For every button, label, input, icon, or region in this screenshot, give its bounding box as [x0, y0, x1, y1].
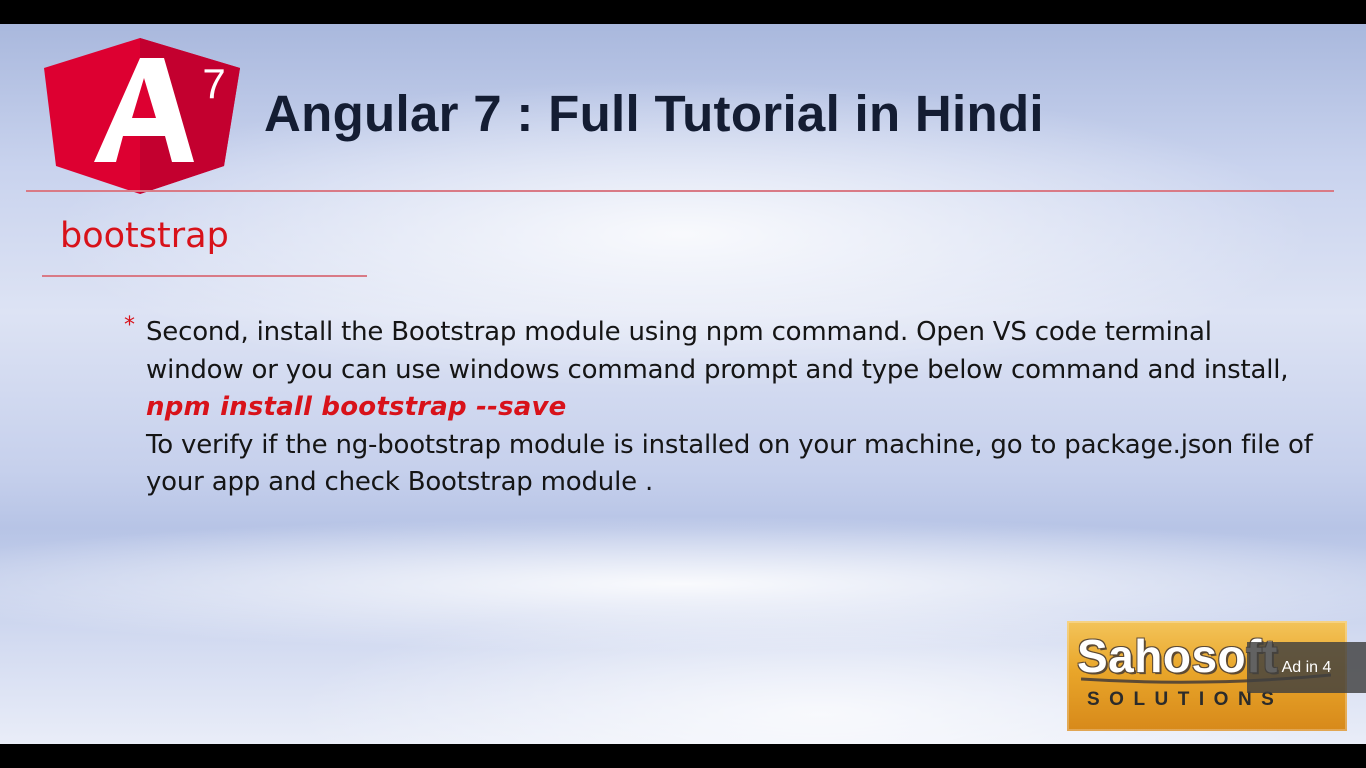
angular-logo-icon: 7 — [44, 38, 240, 194]
instruction-paragraph: Second, install the Bootstrap module usi… — [146, 317, 1289, 385]
npm-command: npm install bootstrap --save — [146, 392, 567, 422]
slide-title: Angular 7 : Full Tutorial in Hindi — [264, 85, 1044, 142]
video-frame: 7 Angular 7 : Full Tutorial in Hindi boo… — [0, 0, 1366, 768]
section-heading: bootstrap — [60, 216, 229, 256]
verify-paragraph: To verify if the ng-bootstrap module is … — [146, 429, 1313, 498]
logo-version: 7 — [202, 60, 225, 107]
bullet-asterisk: * — [124, 313, 135, 338]
slide-body: Second, install the Bootstrap module usi… — [146, 314, 1316, 502]
tutorial-slide: 7 Angular 7 : Full Tutorial in Hindi boo… — [0, 24, 1366, 744]
title-divider — [26, 190, 1334, 192]
section-divider — [42, 275, 367, 277]
ad-countdown-badge[interactable]: Ad in 4 — [1247, 642, 1366, 693]
